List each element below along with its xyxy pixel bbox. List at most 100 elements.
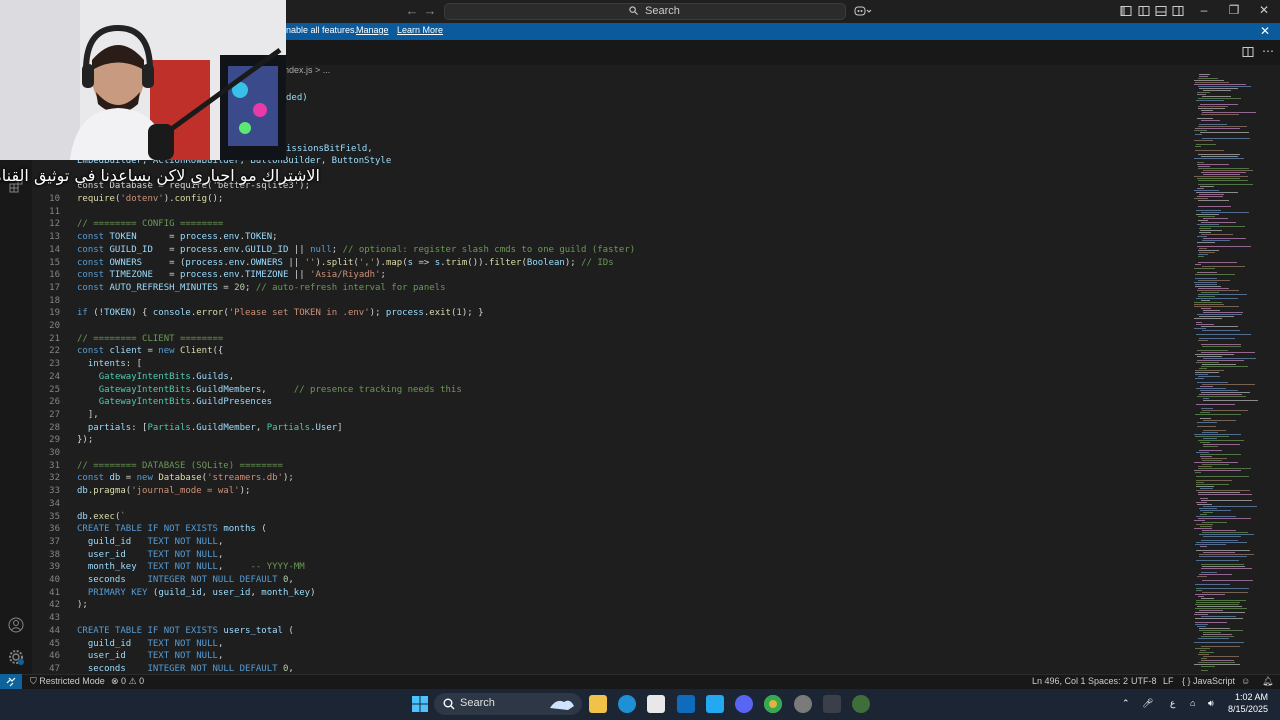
remote-indicator[interactable] (0, 674, 22, 689)
code-line[interactable]: if (!TOKEN) { console.error('Please set … (77, 307, 484, 320)
line-number: 22 (49, 346, 60, 357)
minimize-icon[interactable]: – (1197, 3, 1211, 19)
code-line[interactable]: partials: [Partials.GuildMember, Partial… (77, 422, 343, 435)
line-number: 36 (49, 524, 60, 535)
edge-icon[interactable] (618, 695, 636, 713)
code-line[interactable]: CREATE TABLE IF NOT EXISTS months ( (77, 523, 267, 536)
clock-time[interactable]: 1:02 AM (1230, 692, 1268, 702)
app-icon[interactable] (794, 695, 812, 713)
app-icon-2[interactable] (823, 695, 841, 713)
language-mode[interactable]: { } JavaScript (1182, 676, 1235, 686)
toggle-panel-icon[interactable] (1155, 5, 1167, 17)
code-line[interactable]: ); (77, 599, 88, 612)
file-explorer-icon[interactable] (589, 695, 607, 713)
split-editor-icon[interactable] (1242, 46, 1254, 58)
back-arrow-icon[interactable]: ← (405, 4, 419, 18)
accounts-icon[interactable] (8, 617, 24, 633)
line-number: 31 (49, 460, 60, 471)
network-icon[interactable]: ⌂ (1190, 698, 1195, 708)
restore-icon[interactable]: ❐ (1227, 3, 1241, 19)
line-number: 46 (49, 651, 60, 662)
command-center-search[interactable]: Search (444, 3, 846, 20)
outlook-icon[interactable] (677, 695, 695, 713)
clock-date[interactable]: 8/15/2025 (1224, 704, 1268, 714)
copilot-status-icon[interactable]: ☺ (1241, 676, 1250, 686)
code-line[interactable]: // ======== CONFIG ======== (77, 218, 223, 231)
remote-icon (6, 677, 16, 687)
code-line[interactable]: const client = new Client({ (77, 345, 223, 358)
taskbar-search[interactable]: Search (434, 693, 582, 715)
discord-icon[interactable] (735, 695, 753, 713)
toggle-secondary-sidebar-icon[interactable] (1172, 5, 1184, 17)
line-number: 40 (49, 575, 60, 585)
more-actions-icon[interactable]: ⋯ (1262, 44, 1274, 58)
code-line[interactable]: const OWNERS = (process.env.OWNERS || ''… (77, 257, 614, 270)
line-number: 21 (49, 333, 60, 344)
minimap[interactable] (1192, 74, 1272, 674)
search-highlight-icon (550, 700, 574, 710)
notifications-bell-icon[interactable]: 🔔︎ (1262, 676, 1273, 687)
code-line[interactable]: // ======== DATABASE (SQLite) ======== (77, 460, 283, 473)
problems-status[interactable]: ⊗ 0 ⚠ 0 (111, 676, 144, 687)
code-line[interactable]: user_id TEXT NOT NULL, (77, 650, 224, 663)
store-icon[interactable] (647, 695, 665, 713)
code-line[interactable]: PRIMARY KEY (guild_id, user_id, month_ke… (77, 587, 316, 600)
code-line[interactable]: CREATE TABLE IF NOT EXISTS users_total ( (77, 625, 294, 638)
copilot-icon[interactable] (854, 5, 872, 17)
learn-more-link[interactable]: Learn More (397, 25, 443, 35)
code-line[interactable]: const GUILD_ID = process.env.GUILD_ID ||… (77, 244, 635, 257)
app-icon-3[interactable] (852, 695, 870, 713)
code-line[interactable]: guild_id TEXT NOT NULL, (77, 536, 224, 549)
code-line[interactable]: seconds INTEGER NOT NULL DEFAULT 0, (77, 574, 294, 587)
code-line[interactable]: }); (77, 434, 93, 447)
forward-arrow-icon[interactable]: → (423, 4, 437, 18)
restricted-mode-status[interactable]: ⛉ Restricted Mode (30, 676, 105, 687)
encoding[interactable]: UTF-8 (1131, 676, 1157, 686)
line-ending[interactable]: LF (1163, 676, 1174, 686)
line-number: 43 (49, 613, 60, 624)
volume-icon[interactable]: 🔊︎ (1208, 698, 1214, 709)
code-line[interactable]: month_key TEXT NOT NULL, -- YYYY-MM (77, 561, 305, 574)
code-line[interactable]: // ======== CLIENT ======== (77, 333, 223, 346)
code-line[interactable]: const AUTO_REFRESH_MINUTES = 20; // auto… (77, 282, 446, 295)
manage-link[interactable]: Manage (356, 25, 389, 35)
breadcrumb[interactable]: ndex.js > ... (284, 65, 330, 75)
close-banner-icon[interactable]: ✕ (1260, 24, 1270, 38)
windows-start-icon[interactable] (411, 695, 429, 713)
cursor-position[interactable]: Ln 496, Col 1 (1032, 676, 1086, 686)
microphone-icon[interactable]: 🎤︎ (1142, 698, 1153, 709)
toggle-sidebar-icon[interactable] (1138, 5, 1150, 17)
arabic-overlay-caption: الاشتراك مو اجباري لاكن بساعدنا في توثيق… (0, 166, 320, 185)
code-line[interactable]: GatewayIntentBits.GuildMembers, // prese… (77, 384, 462, 397)
code-line[interactable]: const TOKEN = process.env.TOKEN; (77, 231, 278, 244)
code-line[interactable]: intents: [ (77, 358, 142, 371)
vscode-icon[interactable] (706, 695, 724, 713)
line-number: 19 (49, 308, 60, 319)
line-number: 45 (49, 638, 60, 649)
errors-count: 0 (121, 676, 127, 686)
code-line[interactable]: ], (77, 409, 99, 422)
code-line[interactable]: db.exec(` (77, 511, 126, 524)
windows-taskbar (0, 689, 1280, 720)
show-hidden-icons[interactable]: ⌃ (1122, 698, 1130, 709)
code-line[interactable]: GatewayIntentBits.GuildPresences (77, 396, 272, 409)
close-window-icon[interactable]: ✕ (1257, 3, 1271, 19)
manage-gear-icon[interactable] (8, 649, 24, 665)
code-line[interactable]: require('dotenv').config(); (77, 193, 223, 206)
code-line[interactable]: GatewayIntentBits.Guilds, (77, 371, 234, 384)
code-line-partial[interactable]: issionsBitField, (286, 143, 373, 156)
code-line-partial[interactable]: ded) (286, 92, 308, 105)
taskbar-search-label: Search (460, 697, 495, 709)
toggle-primary-sidebar-icon[interactable] (1120, 5, 1132, 17)
code-line[interactable]: const TIMEZONE = process.env.TIMEZONE ||… (77, 269, 386, 282)
code-line[interactable]: guild_id TEXT NOT NULL, (77, 638, 224, 651)
chrome-icon[interactable] (764, 695, 782, 713)
code-line[interactable]: user_id TEXT NOT NULL, (77, 549, 224, 562)
line-number: 30 (49, 448, 60, 458)
line-number: 35 (49, 511, 60, 522)
indentation[interactable]: Spaces: 2 (1088, 676, 1128, 686)
language-indicator[interactable]: ع (1170, 698, 1175, 709)
webcam-overlay (0, 0, 286, 160)
code-line[interactable]: db.pragma('journal_mode = wal'); (77, 485, 250, 498)
code-line[interactable]: const db = new Database('streamers.db'); (77, 472, 294, 485)
